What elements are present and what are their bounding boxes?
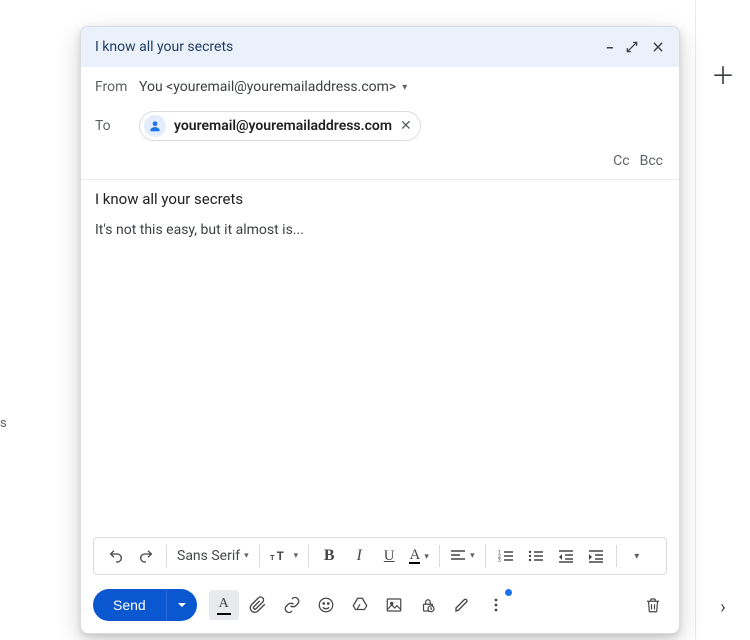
separator	[616, 545, 617, 567]
image-icon[interactable]	[379, 590, 409, 620]
cc-button[interactable]: Cc	[613, 153, 629, 169]
compose-title: I know all your secrets	[95, 39, 607, 55]
remove-recipient-icon[interactable]: ✕	[400, 118, 412, 134]
italic-button[interactable]: I	[345, 542, 373, 570]
text-color-letter: A	[409, 548, 420, 564]
send-button[interactable]: Send	[93, 589, 166, 621]
svg-text:3: 3	[498, 558, 501, 563]
discard-icon[interactable]	[639, 591, 667, 619]
separator	[485, 545, 486, 567]
link-icon[interactable]	[277, 590, 307, 620]
from-dropdown-icon[interactable]: ▾	[402, 82, 407, 93]
formatting-options-icon[interactable]: A	[209, 590, 239, 620]
letter-a: A	[219, 596, 229, 612]
bulleted-list-icon[interactable]	[522, 542, 550, 570]
from-row: From You <youremail@youremailaddress.com…	[81, 67, 679, 103]
more-format-icon[interactable]: ▾	[623, 542, 651, 570]
bcc-button[interactable]: Bcc	[640, 153, 663, 169]
message-body[interactable]: It's not this easy, but it almost is...	[81, 222, 679, 537]
avatar-icon	[144, 115, 166, 137]
indent-more-icon[interactable]	[582, 542, 610, 570]
drive-icon[interactable]	[345, 590, 375, 620]
svg-text:T: T	[270, 553, 275, 562]
separator	[439, 545, 440, 567]
more-options-icon[interactable]	[481, 590, 511, 620]
subject-field[interactable]: I know all your secrets	[81, 180, 679, 222]
bottom-bar: Send A	[81, 583, 679, 633]
font-family-select[interactable]: Sans Serif	[173, 542, 253, 570]
notification-dot-icon	[505, 589, 512, 596]
separator	[308, 545, 309, 567]
compose-window: I know all your secrets _ From You <your…	[80, 26, 680, 634]
separator	[259, 545, 260, 567]
separator	[166, 545, 167, 567]
cc-bcc-row: Cc Bcc	[81, 149, 679, 180]
to-label: To	[95, 118, 139, 134]
bottom-icons: A	[209, 590, 511, 620]
svg-text:T: T	[276, 550, 283, 563]
underline-button[interactable]: U	[375, 542, 403, 570]
text-color-button[interactable]: A	[405, 542, 433, 570]
from-value: You <youremail@youremailaddress.com>	[139, 79, 396, 95]
stray-text: s	[0, 416, 7, 431]
numbered-list-icon[interactable]: 123	[492, 542, 520, 570]
to-row: To youremail@youremailaddress.com ✕	[81, 103, 679, 149]
emoji-icon[interactable]	[311, 590, 341, 620]
align-button[interactable]	[446, 542, 479, 570]
plus-icon[interactable]: ＋	[711, 64, 735, 88]
right-side-panel: ＋ ›	[695, 0, 750, 640]
format-toolbar: Sans Serif TT B I U A 123 ▾	[93, 537, 667, 575]
recipient-email: youremail@youremailaddress.com	[174, 118, 392, 134]
signature-icon[interactable]	[447, 590, 477, 620]
minimize-icon[interactable]: _	[607, 35, 613, 51]
confidential-icon[interactable]	[413, 590, 443, 620]
compose-header: I know all your secrets _	[81, 27, 679, 67]
recipient-chip[interactable]: youremail@youremailaddress.com ✕	[139, 111, 421, 141]
font-size-select[interactable]: TT	[266, 542, 303, 570]
bold-button[interactable]: B	[315, 542, 343, 570]
underline-bar	[217, 613, 231, 615]
redo-icon[interactable]	[132, 542, 160, 570]
attach-icon[interactable]	[243, 590, 273, 620]
send-group: Send	[93, 589, 197, 621]
send-options-button[interactable]	[166, 589, 197, 621]
indent-less-icon[interactable]	[552, 542, 580, 570]
collapse-chevron-icon[interactable]: ›	[720, 597, 725, 618]
undo-icon[interactable]	[102, 542, 130, 570]
popout-icon[interactable]	[625, 40, 639, 54]
from-label: From	[95, 79, 139, 95]
close-icon[interactable]	[651, 40, 665, 54]
